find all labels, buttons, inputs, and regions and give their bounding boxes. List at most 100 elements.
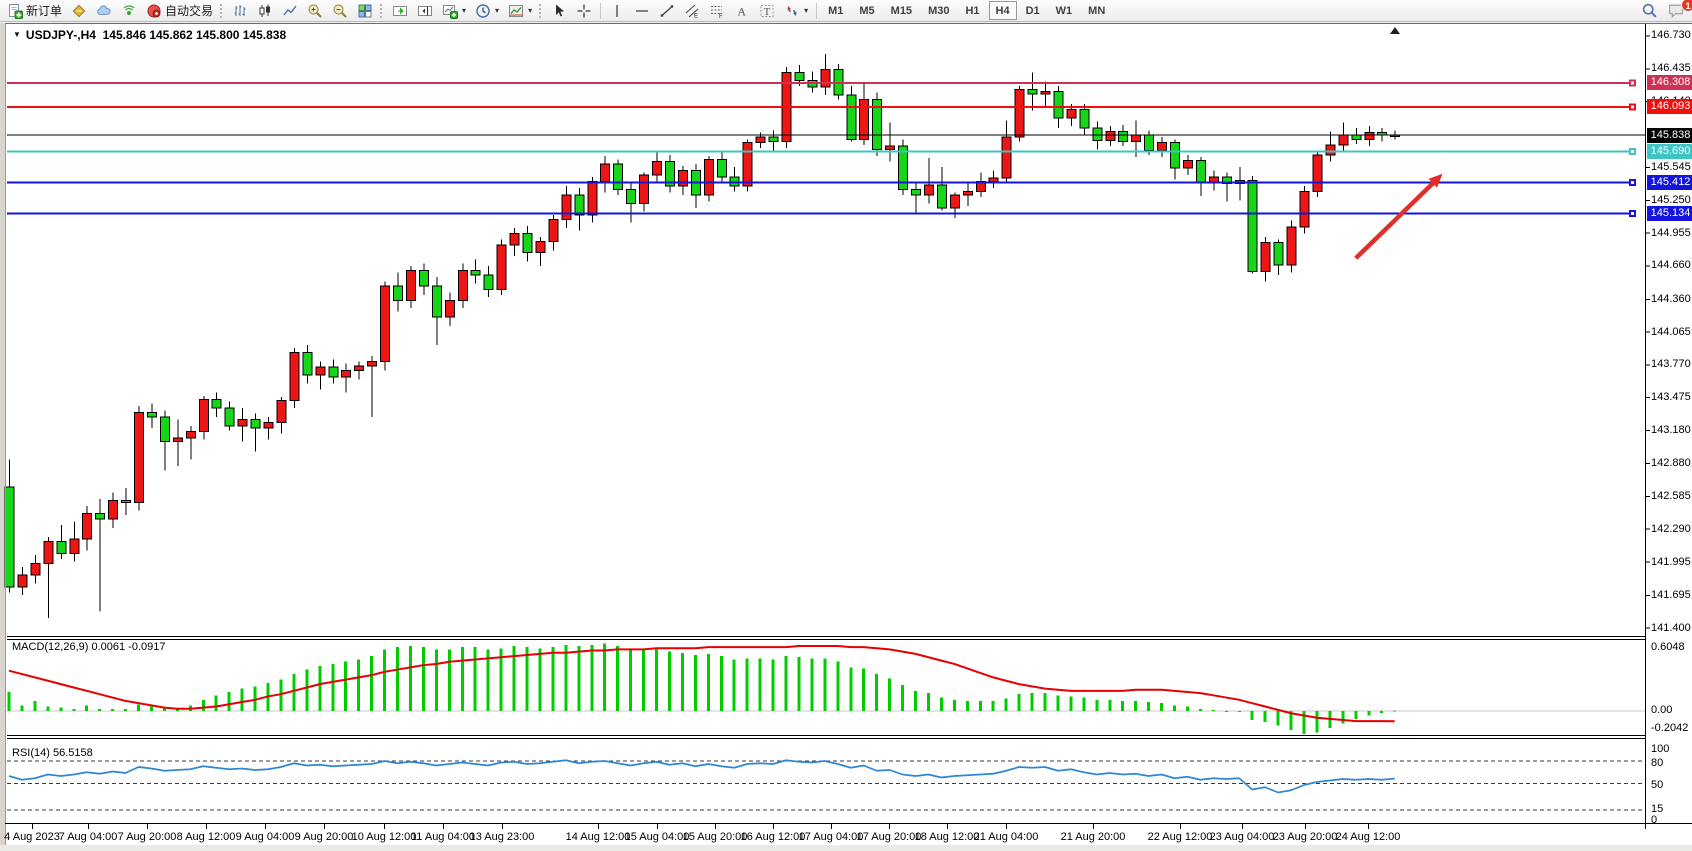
crosshair-button[interactable]: [572, 1, 596, 21]
signal-button[interactable]: [117, 1, 141, 21]
search-icon: [1641, 2, 1658, 19]
timeframe-group: M1M5M15M30H1H4D1W1MN: [821, 1, 1112, 20]
fibonacci-tool-button[interactable]: F: [705, 1, 729, 21]
cloud-icon: [96, 3, 112, 19]
cursor-button[interactable]: [547, 1, 571, 21]
auto-trading-button[interactable]: 自动交易: [142, 1, 217, 21]
macd-axis-label: 0.00: [1651, 704, 1672, 717]
notification-badge[interactable]: 1: [1681, 0, 1692, 12]
dropdown-caret: ▾: [462, 6, 466, 15]
time-label: 7 Aug 04:00: [59, 831, 118, 843]
macd-axis-label: 0.6048: [1651, 641, 1685, 654]
equidistant-channel-tool-button[interactable]: E: [680, 1, 704, 21]
macd-axis-label: -0.2042: [1651, 722, 1688, 735]
clock-icon: [475, 3, 491, 19]
zoom-in-button[interactable]: [303, 1, 327, 21]
time-label: 16 Aug 12:00: [741, 831, 806, 843]
price-tick: 142.585: [1651, 490, 1691, 503]
new-order-label: 新订单: [26, 2, 62, 19]
chart-title: ▼USDJPY-,H4 145.846 145.862 145.800 145.…: [13, 28, 286, 42]
chart-shift-button[interactable]: [413, 1, 437, 21]
label-tool-button[interactable]: T: [755, 1, 779, 21]
rsi-axis-label: 80: [1651, 757, 1663, 770]
timeframe-button-M15[interactable]: M15: [884, 1, 919, 20]
price-tick: 144.660: [1651, 259, 1691, 272]
price-label: 145.134: [1647, 206, 1692, 221]
chart-canvas[interactable]: [0, 0, 1692, 851]
rsi-value: 56.5158: [53, 747, 93, 759]
bar-chart-icon: [232, 3, 248, 19]
cloud-button[interactable]: [92, 1, 116, 21]
time-label: 10 Aug 12:00: [352, 831, 417, 843]
auto-scroll-button[interactable]: [388, 1, 412, 21]
trendline-tool-button[interactable]: [655, 1, 679, 21]
time-label: 17 Aug 04:00: [799, 831, 864, 843]
price-tick: 141.695: [1651, 589, 1691, 602]
arrows-icon: [784, 3, 800, 19]
bar-chart-button[interactable]: [228, 1, 252, 21]
svg-text:T: T: [764, 6, 771, 18]
rsi-axis-label: 0: [1651, 814, 1657, 827]
macd-label: MACD(12,26,9): [12, 641, 88, 653]
text-tool-button[interactable]: A: [730, 1, 754, 21]
search-button[interactable]: [1637, 1, 1662, 21]
templates-button[interactable]: ▾: [504, 1, 536, 21]
timeframe-button-W1[interactable]: W1: [1049, 1, 1080, 20]
arrows-tool-button[interactable]: ▾: [780, 1, 812, 21]
toolbar-grip: [539, 4, 542, 18]
cursor-icon: [551, 3, 567, 19]
horizontal-line-tool-button[interactable]: [630, 1, 654, 21]
chart-ohlc: 145.846 145.862 145.800 145.838: [103, 28, 287, 42]
price-tick: 145.545: [1651, 161, 1691, 174]
collapse-triangle-icon[interactable]: ▼: [13, 30, 21, 39]
time-label: 11 Aug 04:00: [411, 831, 475, 843]
zoom-out-button[interactable]: [328, 1, 352, 21]
auto-trading-icon: [146, 3, 162, 19]
price-tick: 146.435: [1651, 62, 1691, 75]
time-label: 9 Aug 04:00: [236, 831, 295, 843]
svg-text:A: A: [737, 4, 746, 18]
horizontal-line-icon: [634, 3, 650, 19]
gold-badge-icon: [71, 3, 87, 19]
candlestick-chart-button[interactable]: [253, 1, 277, 21]
time-label: 17 Aug 20:00: [857, 831, 922, 843]
time-label: 15 Aug 20:00: [683, 831, 748, 843]
periods-button[interactable]: ▾: [471, 1, 503, 21]
time-label: 7 Aug 20:00: [118, 831, 177, 843]
rsi-axis-label: 50: [1651, 779, 1663, 792]
timeframe-button-H1[interactable]: H1: [958, 1, 986, 20]
svg-text:F: F: [719, 14, 723, 19]
time-label: 15 Aug 04:00: [625, 831, 690, 843]
price-tick: 144.360: [1651, 293, 1691, 306]
rsi-label: RSI(14): [12, 747, 50, 759]
vertical-line-tool-button[interactable]: [605, 1, 629, 21]
zoom-out-icon: [332, 3, 348, 19]
price-tick: 141.995: [1651, 556, 1691, 569]
price-label: 145.838: [1647, 128, 1692, 143]
timeframe-button-MN[interactable]: MN: [1081, 1, 1112, 20]
signal-icon: [121, 3, 137, 19]
chart-shift-marker[interactable]: [1390, 27, 1400, 34]
timeframe-button-M30[interactable]: M30: [921, 1, 956, 20]
tile-windows-button[interactable]: [353, 1, 377, 21]
time-label: 21 Aug 20:00: [1061, 831, 1126, 843]
time-label: 9 Aug 20:00: [295, 831, 354, 843]
time-label: 24 Aug 12:00: [1336, 831, 1401, 843]
auto-trading-label: 自动交易: [165, 2, 213, 19]
toolbar-grip: [380, 4, 383, 18]
new-chart-button[interactable]: ▾: [438, 1, 470, 21]
timeframe-button-D1[interactable]: D1: [1019, 1, 1047, 20]
timeframe-button-M1[interactable]: M1: [821, 1, 850, 20]
toolbar-separator: [816, 3, 817, 19]
price-tick: 144.955: [1651, 227, 1691, 240]
gold-badge-button[interactable]: [67, 1, 91, 21]
price-tick: 146.730: [1651, 29, 1691, 42]
new-order-button[interactable]: 新订单: [3, 1, 66, 21]
timeframe-button-H4[interactable]: H4: [989, 1, 1017, 20]
templates-icon: [508, 3, 524, 19]
equidistant-channel-icon: E: [684, 3, 700, 19]
timeframe-button-M5[interactable]: M5: [852, 1, 881, 20]
line-chart-icon: [282, 3, 298, 19]
rsi-header: RSI(14) 56.5158: [12, 747, 93, 759]
line-chart-button[interactable]: [278, 1, 302, 21]
